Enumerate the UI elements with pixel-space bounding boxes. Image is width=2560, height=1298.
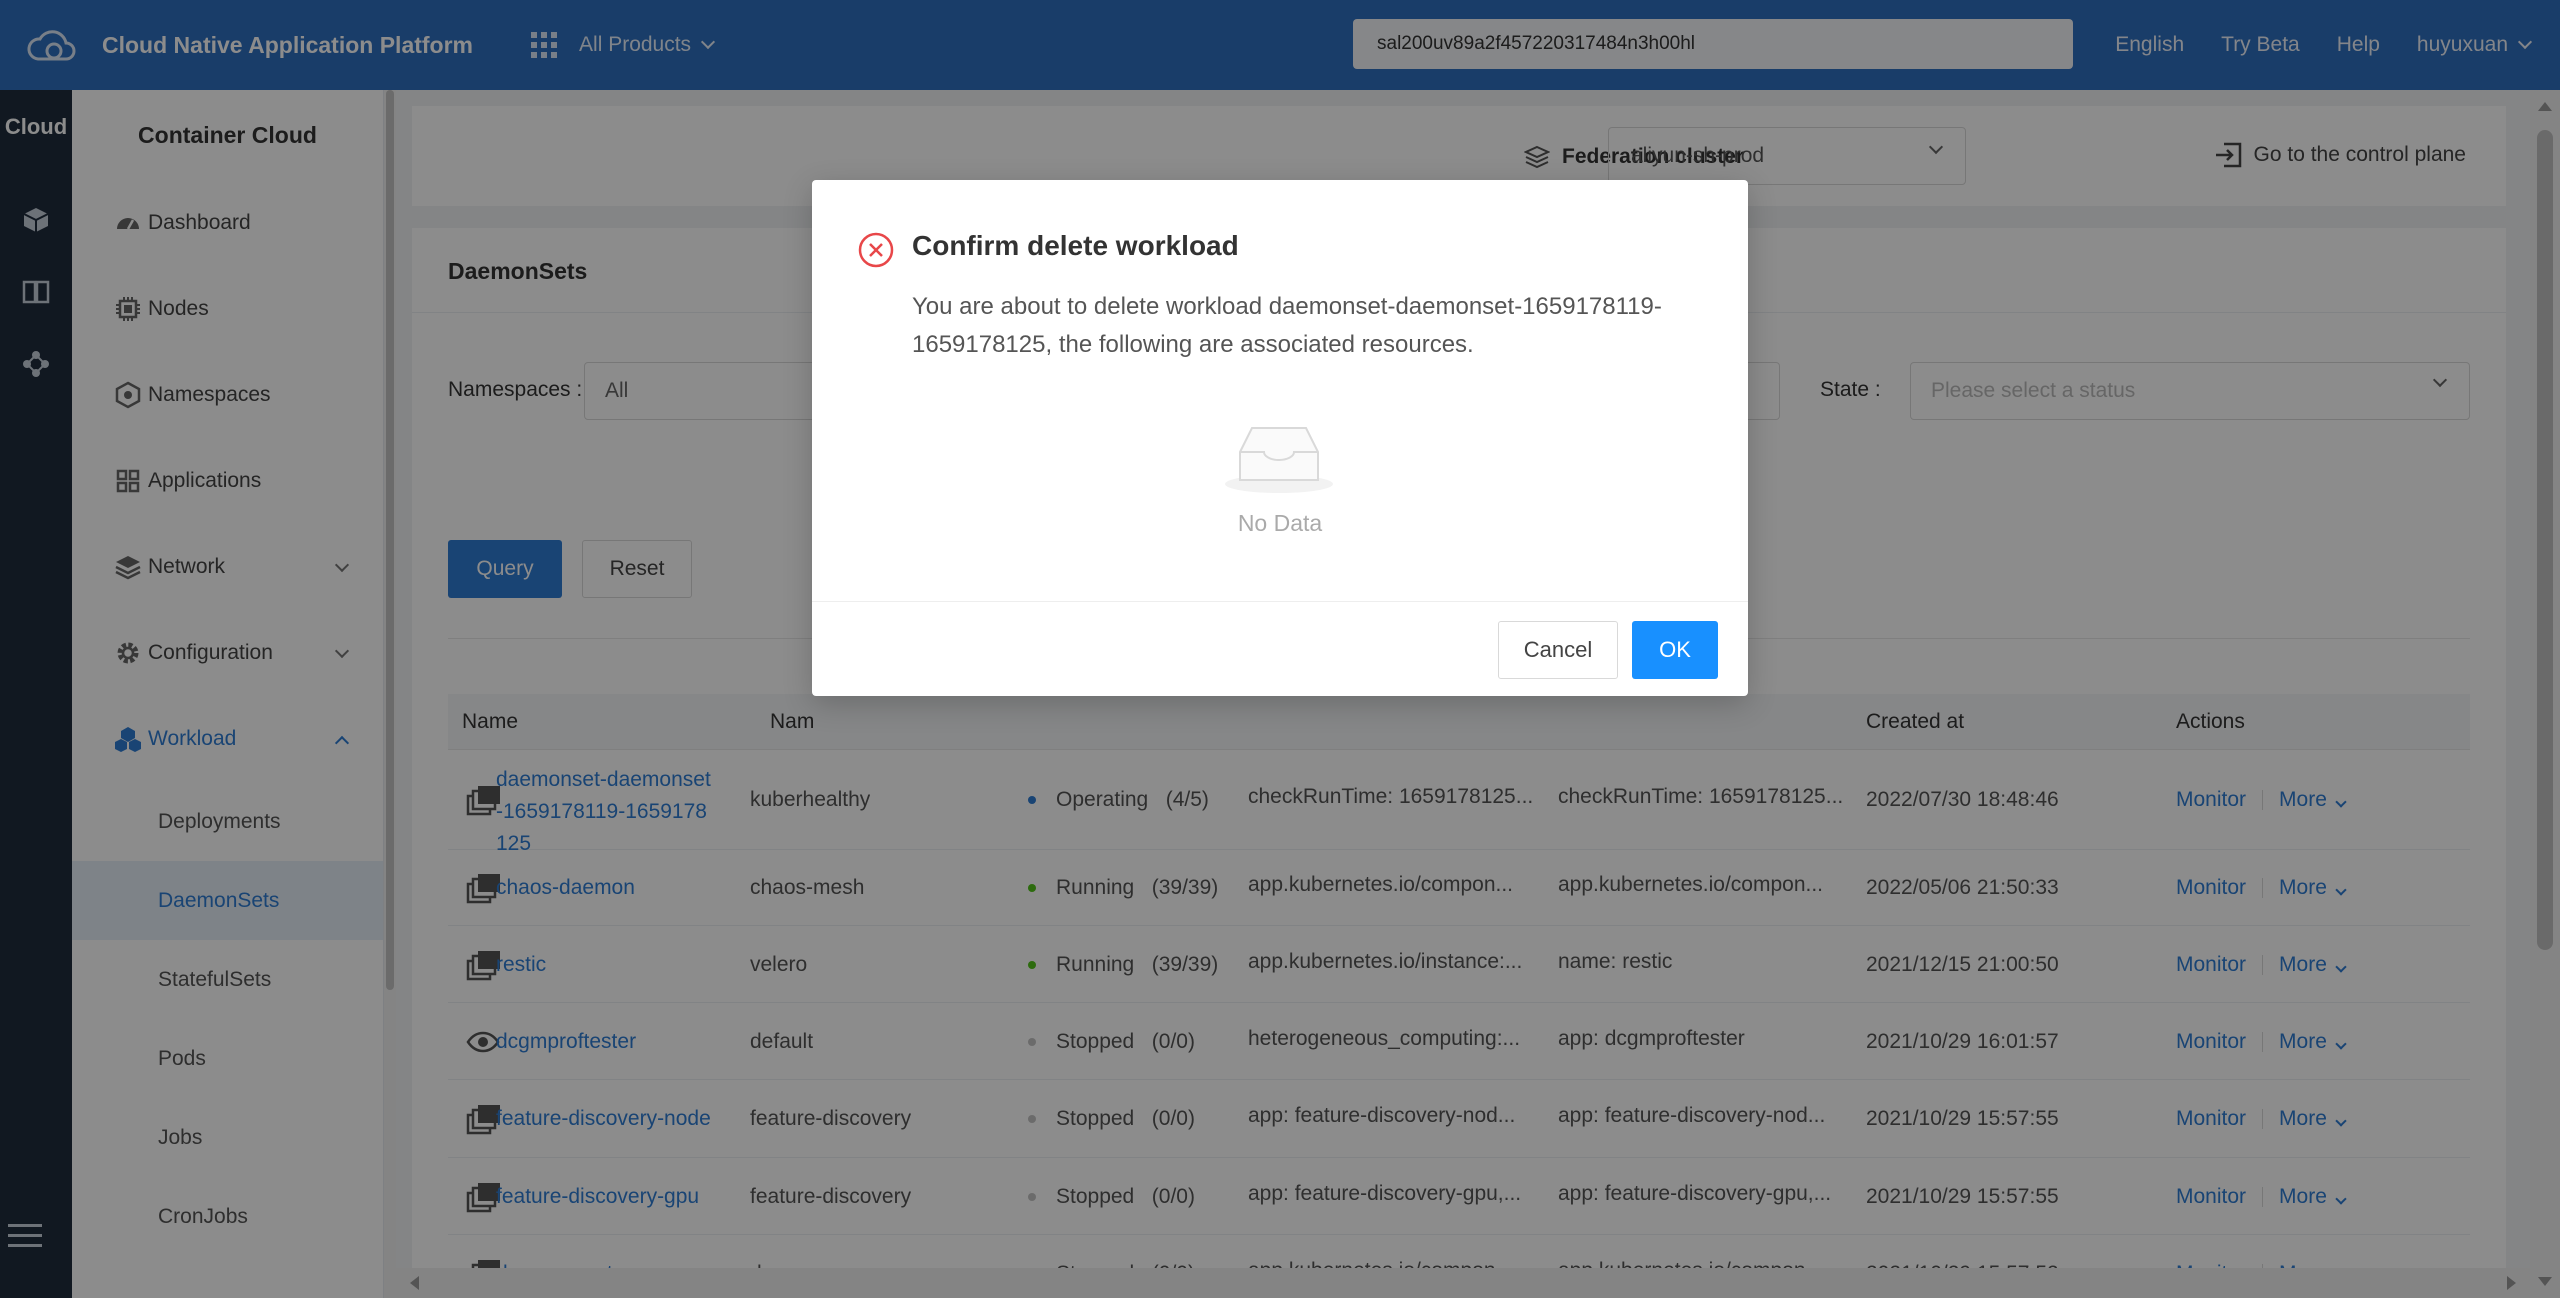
modal-message: You are about to delete workload daemons… [912, 293, 1662, 358]
modal-title: Confirm delete workload [912, 230, 1239, 261]
empty-inbox-icon [1225, 427, 1333, 493]
error-circle-icon [858, 232, 894, 268]
confirm-delete-modal: Confirm delete workload You are about to… [812, 180, 1748, 696]
empty-text: No Data [1237, 510, 1323, 536]
ok-button[interactable]: OK [1632, 621, 1718, 679]
cancel-button[interactable]: Cancel [1498, 621, 1618, 679]
